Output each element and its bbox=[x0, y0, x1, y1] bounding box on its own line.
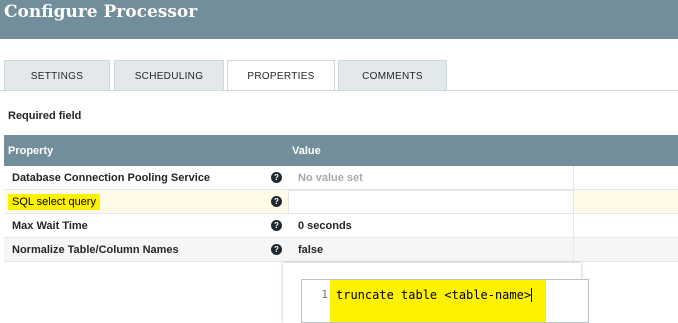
property-value-cell[interactable]: false bbox=[288, 238, 574, 262]
table-row[interactable]: Normalize Table/Column Names ? false bbox=[4, 238, 678, 262]
tab-scheduling[interactable]: SCHEDULING bbox=[114, 60, 224, 91]
column-header-property: Property bbox=[8, 145, 54, 157]
help-icon[interactable]: ? bbox=[271, 244, 282, 255]
value-editor-popup: 1 truncate table <table-name> bbox=[283, 263, 589, 323]
property-value-cell[interactable] bbox=[288, 190, 574, 214]
property-value-cell[interactable]: No value set bbox=[288, 166, 574, 190]
property-name: Database Connection Pooling Service bbox=[12, 172, 211, 184]
tab-bar: SETTINGS SCHEDULING PROPERTIES COMMENTS bbox=[0, 60, 678, 92]
table-header: Property Value bbox=[4, 135, 678, 166]
dialog-title: Configure Processor bbox=[4, 2, 198, 22]
help-icon[interactable]: ? bbox=[271, 172, 282, 183]
property-value: No value set bbox=[298, 172, 363, 184]
property-value-cell[interactable]: 0 seconds bbox=[288, 214, 574, 238]
required-field-label: Required field bbox=[8, 110, 82, 122]
tab-settings[interactable]: SETTINGS bbox=[4, 60, 110, 91]
text-cursor bbox=[531, 288, 532, 302]
code-text: truncate table <table-name> bbox=[336, 288, 532, 302]
table-row[interactable]: Database Connection Pooling Service ? No… bbox=[4, 166, 678, 190]
property-value: 0 seconds bbox=[298, 220, 352, 232]
code-editor[interactable]: 1 truncate table <table-name> bbox=[301, 279, 589, 323]
property-name: Max Wait Time bbox=[12, 220, 88, 232]
tab-properties[interactable]: PROPERTIES bbox=[227, 60, 335, 92]
property-name: SQL select query bbox=[8, 194, 100, 210]
property-value: false bbox=[298, 244, 324, 256]
column-header-value: Value bbox=[292, 145, 321, 157]
code-area[interactable]: truncate table <table-name> bbox=[330, 280, 562, 322]
tab-comments[interactable]: COMMENTS bbox=[338, 60, 447, 91]
table-row[interactable]: SQL select query ? bbox=[4, 190, 678, 214]
line-number: 1 bbox=[302, 280, 330, 322]
table-row[interactable]: Max Wait Time ? 0 seconds bbox=[4, 214, 678, 238]
properties-table: Property Value Database Connection Pooli… bbox=[4, 135, 678, 262]
property-name: Normalize Table/Column Names bbox=[12, 244, 179, 256]
help-icon[interactable]: ? bbox=[271, 196, 282, 207]
dialog-header: Configure Processor bbox=[0, 0, 678, 39]
help-icon[interactable]: ? bbox=[271, 220, 282, 231]
tab-divider bbox=[0, 90, 678, 91]
